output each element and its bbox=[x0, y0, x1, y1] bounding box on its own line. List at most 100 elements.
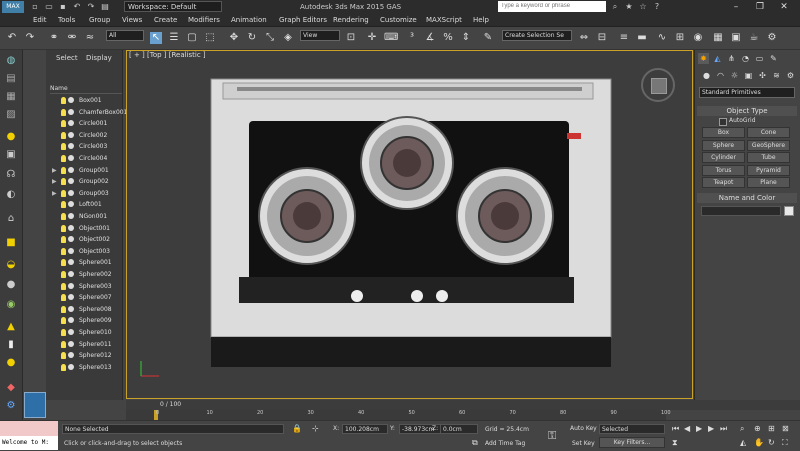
scale-icon[interactable]: ⤡ bbox=[264, 32, 276, 44]
cameras-icon[interactable]: ▣ bbox=[743, 70, 754, 81]
key-selection-dropdown[interactable]: Selected bbox=[599, 424, 665, 434]
redo-quick-icon[interactable]: ↷ bbox=[86, 2, 96, 12]
primitive-button-geosphere[interactable]: GeoSphere bbox=[747, 139, 790, 151]
zoom-icon[interactable]: ⌕ bbox=[740, 424, 744, 434]
schematic-view-icon[interactable]: ⊞ bbox=[674, 32, 686, 44]
visibility-bulb-icon[interactable] bbox=[61, 213, 66, 220]
minimize-icon[interactable]: – bbox=[728, 1, 744, 13]
geometry-icon[interactable]: ● bbox=[701, 70, 712, 81]
hierarchy-tab-icon[interactable]: ⋔ bbox=[726, 53, 737, 64]
edit-named-selection-icon[interactable]: ✎ bbox=[482, 32, 494, 44]
viewport-label[interactable]: [ + ] [Top ] [Realistic ] bbox=[129, 51, 206, 59]
undo-icon[interactable]: ↶ bbox=[6, 32, 18, 44]
list-item[interactable]: Circle004 bbox=[46, 153, 122, 164]
display-tab-icon[interactable]: ▭ bbox=[754, 53, 765, 64]
filters-icon[interactable]: ▨ bbox=[4, 108, 18, 122]
list-item[interactable]: Loft001 bbox=[46, 199, 122, 210]
favorites-icon[interactable]: ☆ bbox=[638, 2, 648, 12]
spacewarp-icon[interactable]: ◐ bbox=[4, 188, 18, 202]
cylinder-icon[interactable]: ▮ bbox=[4, 338, 18, 352]
list-item[interactable]: Sphere002 bbox=[46, 269, 122, 280]
maximize-viewport-icon[interactable]: ⛶ bbox=[782, 438, 788, 448]
modify-tab-icon[interactable]: ◭ bbox=[712, 53, 723, 64]
visibility-bulb-icon[interactable] bbox=[61, 166, 66, 174]
zoom-extents-all-icon[interactable]: ⊠ bbox=[782, 424, 789, 433]
visibility-bulb-icon[interactable] bbox=[61, 352, 66, 360]
menu-modifiers[interactable]: Modifiers bbox=[188, 14, 220, 26]
spinner-snap-icon[interactable]: ⇕ bbox=[460, 32, 472, 44]
bind-space-warp-icon[interactable]: ≈ bbox=[84, 32, 96, 44]
object-color-swatch[interactable] bbox=[784, 206, 794, 216]
teapot-icon[interactable]: ◉ bbox=[4, 298, 18, 312]
x-coordinate-field[interactable]: 100.208cm bbox=[342, 424, 388, 434]
menu-views[interactable]: Views bbox=[122, 14, 142, 26]
camera-icon[interactable]: ▣ bbox=[4, 148, 18, 162]
previous-frame-icon[interactable]: ◀ bbox=[684, 424, 690, 433]
menu-graph-editors[interactable]: Graph Editors bbox=[279, 14, 327, 26]
zoom-all-icon[interactable]: ⊕ bbox=[754, 424, 761, 433]
shapes-icon[interactable]: ◠ bbox=[715, 70, 726, 81]
visibility-bulb-icon[interactable] bbox=[61, 143, 66, 151]
object-name-field[interactable] bbox=[701, 206, 781, 216]
maxscript-mini-listener-top[interactable] bbox=[0, 421, 58, 436]
menu-group[interactable]: Group bbox=[89, 14, 110, 26]
visibility-bulb-icon[interactable] bbox=[61, 282, 66, 290]
maximize-icon[interactable]: ❐ bbox=[752, 1, 768, 13]
place-icon[interactable]: ◈ bbox=[282, 32, 294, 44]
render-production-icon[interactable]: ☕ bbox=[748, 32, 760, 44]
ribbon-toggle-icon[interactable]: ▬ bbox=[636, 32, 648, 44]
visibility-bulb-icon[interactable] bbox=[61, 236, 66, 244]
sphere-gray-icon[interactable]: ● bbox=[4, 278, 18, 292]
systems-icon[interactable]: ⌂ bbox=[4, 212, 18, 226]
select-link-icon[interactable]: ⚭ bbox=[48, 32, 60, 44]
select-by-name-icon[interactable]: ☰ bbox=[168, 32, 180, 44]
add-time-tag-button[interactable]: Add Time Tag bbox=[485, 440, 525, 447]
help-icon[interactable]: ? bbox=[652, 2, 662, 12]
time-slider[interactable]: 0 / 100 bbox=[126, 400, 800, 410]
visibility-bulb-icon[interactable] bbox=[61, 178, 66, 186]
select-manipulate-icon[interactable]: ✛ bbox=[366, 32, 378, 44]
close-icon[interactable]: ✕ bbox=[776, 1, 792, 13]
next-frame-icon[interactable]: ▶ bbox=[708, 424, 714, 433]
visibility-bulb-icon[interactable] bbox=[61, 305, 66, 313]
menu-edit[interactable]: Edit bbox=[33, 14, 47, 26]
visibility-bulb-icon[interactable] bbox=[61, 294, 66, 302]
dome-icon[interactable]: ◒ bbox=[4, 258, 18, 272]
list-item[interactable]: Circle002 bbox=[46, 130, 122, 141]
create-tab-icon[interactable]: ✸ bbox=[698, 53, 709, 64]
layer-panel-icon[interactable]: ▦ bbox=[4, 90, 18, 104]
rendered-frame-window-icon[interactable]: ▣ bbox=[730, 32, 742, 44]
project-folder-icon[interactable]: ▤ bbox=[100, 2, 110, 12]
app-logo[interactable]: MAX bbox=[2, 1, 24, 13]
communication-center-icon[interactable]: ★ bbox=[624, 2, 634, 12]
viewcube-face[interactable] bbox=[651, 78, 667, 94]
list-item[interactable]: ▶ Group001 bbox=[46, 165, 122, 176]
angle-snap-icon[interactable]: ∡ bbox=[424, 32, 436, 44]
visibility-bulb-icon[interactable] bbox=[61, 329, 66, 336]
menu-rendering[interactable]: Rendering bbox=[333, 14, 369, 26]
autogrid-checkbox[interactable] bbox=[719, 118, 727, 126]
visibility-bulb-icon[interactable] bbox=[61, 155, 66, 162]
rotate-icon[interactable]: ↻ bbox=[246, 32, 258, 44]
set-key-button[interactable]: Set Key bbox=[572, 440, 595, 447]
primitive-button-plane[interactable]: Plane bbox=[747, 177, 790, 188]
create-panel-icon[interactable]: ◍ bbox=[4, 54, 18, 68]
mirror-icon[interactable]: ⇔ bbox=[578, 32, 590, 44]
cone-icon[interactable]: ▲ bbox=[4, 320, 18, 334]
render-setup-icon[interactable]: ▦ bbox=[712, 32, 724, 44]
move-icon[interactable]: ✥ bbox=[228, 32, 240, 44]
snaps-toggle-icon[interactable]: ³ bbox=[406, 32, 418, 44]
space-warps-icon[interactable]: ≋ bbox=[771, 70, 782, 81]
orbit-icon[interactable]: ↻ bbox=[768, 438, 775, 447]
list-item[interactable]: Sphere009 bbox=[46, 315, 122, 326]
list-item[interactable]: Circle003 bbox=[46, 141, 122, 152]
visibility-bulb-icon[interactable] bbox=[61, 189, 66, 197]
track-bar[interactable]: 0 10 20 30 40 50 60 70 80 90 100 bbox=[126, 410, 671, 420]
menu-tools[interactable]: Tools bbox=[58, 14, 75, 26]
reference-coordinate-dropdown[interactable]: View bbox=[300, 30, 340, 41]
transform-mode-icon[interactable]: ⊹ bbox=[312, 424, 319, 433]
tab-select[interactable]: Select bbox=[56, 54, 78, 62]
expand-arrow-icon[interactable]: ▶ bbox=[52, 188, 58, 199]
list-item[interactable]: Sphere010 bbox=[46, 327, 122, 338]
select-object-icon[interactable]: ↖ bbox=[150, 32, 162, 44]
